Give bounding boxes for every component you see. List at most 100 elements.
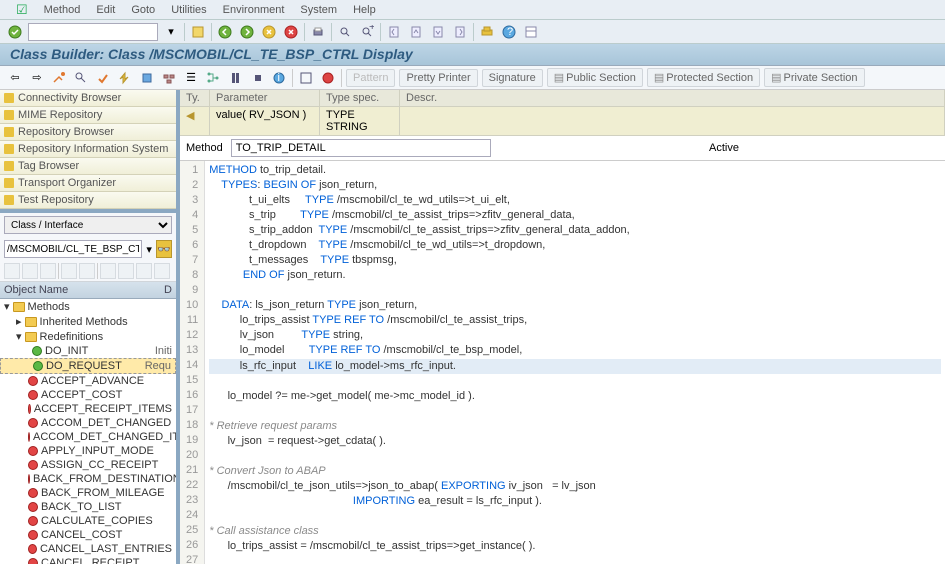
method-icon xyxy=(32,346,42,356)
method-item[interactable]: ACCOM_DET_CHANGED xyxy=(0,416,176,430)
method-item[interactable]: APPLY_INPUT_MODE xyxy=(0,444,176,458)
command-field[interactable] xyxy=(28,23,158,41)
m-env[interactable]: Environment xyxy=(215,4,293,16)
method-item[interactable]: CANCEL_RECEIPT xyxy=(0,556,176,564)
param-header: Ty. Parameter Type spec. Descr. xyxy=(180,90,945,107)
m-help[interactable]: Help xyxy=(345,4,384,16)
breakpoint-icon[interactable] xyxy=(226,69,244,87)
m-edit[interactable]: Edit xyxy=(88,4,123,16)
abap-editor[interactable]: 1234567891011121314151617181920212223242… xyxy=(180,161,945,564)
method-item[interactable]: BACK_TO_LIST xyxy=(0,500,176,514)
bullet-icon xyxy=(4,161,14,171)
m-method[interactable]: Method xyxy=(36,4,89,16)
find-icon[interactable] xyxy=(336,23,354,41)
pretty-printer-button[interactable]: Pretty Printer xyxy=(399,69,477,87)
bullet-icon xyxy=(4,195,14,205)
where-used-icon[interactable] xyxy=(160,69,178,87)
help-icon[interactable]: ? xyxy=(500,23,518,41)
check-icon[interactable] xyxy=(94,69,112,87)
method-icon xyxy=(28,460,38,470)
tb5 xyxy=(79,263,95,279)
tb2 xyxy=(22,263,38,279)
command-bar: ▾ + ? xyxy=(0,20,945,44)
page-down-icon[interactable] xyxy=(429,23,447,41)
obj-name-header: Object Name xyxy=(4,284,164,296)
display-icon[interactable] xyxy=(50,69,68,87)
stop-icon[interactable] xyxy=(282,23,300,41)
obj-d-header: D xyxy=(164,284,172,296)
print-icon[interactable] xyxy=(309,23,327,41)
param-row[interactable]: ◀ value( RV_JSON ) TYPE STRING xyxy=(180,107,945,136)
private-section-button[interactable]: ▤Private Section xyxy=(764,68,864,87)
fullscreen-icon[interactable] xyxy=(297,69,315,87)
class-name-input[interactable] xyxy=(4,240,142,258)
nav-fwd-icon[interactable]: ⇨ xyxy=(28,69,46,87)
ok-icon[interactable] xyxy=(6,23,24,41)
close-icon[interactable] xyxy=(319,69,337,87)
dropdown-icon[interactable]: ▾ xyxy=(162,23,180,41)
signature-button[interactable]: Signature xyxy=(482,69,543,87)
method-item[interactable]: BACK_FROM_DESTINATION xyxy=(0,472,176,486)
tree-icon[interactable] xyxy=(204,69,222,87)
nav-item[interactable]: Tag Browser xyxy=(0,158,176,175)
left-panel: Connectivity BrowserMIME RepositoryRepos… xyxy=(0,90,180,564)
nav-item[interactable]: Transport Organizer xyxy=(0,175,176,192)
object-type-select[interactable]: Class / Interface xyxy=(4,216,172,234)
protected-section-button[interactable]: ▤Protected Section xyxy=(647,68,760,87)
test-icon[interactable] xyxy=(138,69,156,87)
method-item[interactable]: ACCEPT_COST xyxy=(0,388,176,402)
bullet-icon xyxy=(4,178,14,188)
tb3 xyxy=(40,263,56,279)
method-item[interactable]: CALCULATE_COPIES xyxy=(0,514,176,528)
method-icon xyxy=(28,418,38,428)
glasses-icon[interactable]: 👓 xyxy=(156,240,172,258)
method-icon xyxy=(28,474,30,484)
m-util[interactable]: Utilities xyxy=(163,4,214,16)
page-last-icon[interactable] xyxy=(451,23,469,41)
public-section-button[interactable]: ▤Public Section xyxy=(547,68,643,87)
exit-icon[interactable] xyxy=(238,23,256,41)
nav-item[interactable]: Connectivity Browser xyxy=(0,90,176,107)
bullet-icon xyxy=(4,144,14,154)
svg-text:?: ? xyxy=(507,26,513,38)
method-item[interactable]: CANCEL_COST xyxy=(0,528,176,542)
other-object-icon[interactable] xyxy=(72,69,90,87)
method-name-input[interactable] xyxy=(231,139,491,157)
save-icon[interactable] xyxy=(189,23,207,41)
nav-item[interactable]: Repository Information System xyxy=(0,141,176,158)
activate-icon[interactable] xyxy=(116,69,134,87)
method-item[interactable]: BACK_FROM_MILEAGE xyxy=(0,486,176,500)
method-item[interactable]: CANCEL_LAST_ENTRIES xyxy=(0,542,176,556)
layout-icon[interactable] xyxy=(522,23,540,41)
method-item[interactable]: ASSIGN_CC_RECEIPT xyxy=(0,458,176,472)
method-item[interactable]: ACCOM_DET_CHANGED_ITEM xyxy=(0,430,176,444)
session-breakpoint-icon[interactable] xyxy=(248,69,266,87)
m-goto[interactable]: Goto xyxy=(123,4,163,16)
method-icon xyxy=(28,446,38,456)
m-sys[interactable]: System xyxy=(292,4,345,16)
cancel-icon[interactable] xyxy=(260,23,278,41)
display-list-icon[interactable]: ☰ xyxy=(182,69,200,87)
method-icon xyxy=(28,432,30,442)
svg-text:+: + xyxy=(369,25,374,33)
nav-item[interactable]: Test Repository xyxy=(0,192,176,209)
back-icon[interactable] xyxy=(216,23,234,41)
find-next-icon[interactable]: + xyxy=(358,23,376,41)
info-icon[interactable]: i xyxy=(270,69,288,87)
tree-toolbar xyxy=(0,261,176,282)
right-panel: Ty. Parameter Type spec. Descr. ◀ value(… xyxy=(180,90,945,564)
method-tree[interactable]: ▾Methods ▸Inherited Methods ▾Redefinitio… xyxy=(0,299,176,564)
page-up-icon[interactable] xyxy=(407,23,425,41)
bullet-icon xyxy=(4,110,14,120)
tb8 xyxy=(136,263,152,279)
settings-icon[interactable] xyxy=(478,23,496,41)
method-icon xyxy=(28,376,38,386)
page-first-icon[interactable] xyxy=(385,23,403,41)
nav-item[interactable]: MIME Repository xyxy=(0,107,176,124)
method-item[interactable]: ACCEPT_RECEIPT_ITEMS xyxy=(0,402,176,416)
nav-back-icon[interactable]: ⇦ xyxy=(6,69,24,87)
pattern-button[interactable]: Pattern xyxy=(346,69,395,87)
tb4 xyxy=(61,263,77,279)
nav-item[interactable]: Repository Browser xyxy=(0,124,176,141)
method-item[interactable]: ACCEPT_ADVANCE xyxy=(0,374,176,388)
